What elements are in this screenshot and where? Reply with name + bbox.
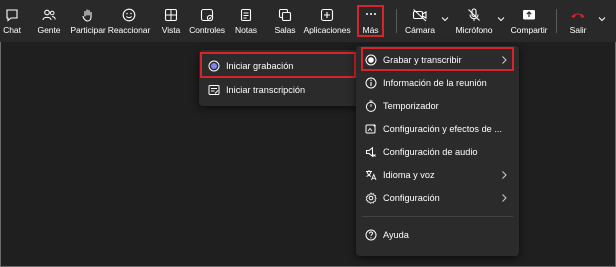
language-speech-item[interactable]: Idioma y voz <box>356 164 519 186</box>
camera-button[interactable]: Cámara <box>405 0 435 42</box>
notes-button[interactable]: Notas <box>234 0 258 42</box>
view-label: Vista <box>161 25 181 35</box>
emoji-icon <box>122 8 136 22</box>
react-button[interactable]: Reaccionar <box>107 0 151 42</box>
start-recording-highlight <box>200 52 356 78</box>
hang-up-icon <box>571 13 585 18</box>
people-label: Gente <box>37 25 61 35</box>
timer-icon <box>365 100 377 112</box>
camera-label: Cámara <box>405 25 435 35</box>
view-button[interactable]: Vista <box>160 0 182 42</box>
settings-label: Configuración <box>383 193 440 203</box>
settings-effects-item[interactable]: Configuración y efectos de ... <box>356 118 519 140</box>
raise-hand-button[interactable]: Participar <box>70 0 106 42</box>
meeting-info-item[interactable]: Información de la reunión <box>356 72 519 94</box>
raise-hand-label: Participar <box>70 25 106 35</box>
share-button[interactable]: Compartir <box>510 0 548 42</box>
rooms-icon <box>278 8 292 22</box>
menu-divider <box>362 216 513 217</box>
share-icon <box>523 10 535 20</box>
notes-icon <box>240 8 252 22</box>
help-label: Ayuda <box>383 230 409 240</box>
controls-label: Controles <box>189 25 225 35</box>
camera-off-icon <box>412 9 427 22</box>
help-icon <box>365 229 377 241</box>
chat-label: Chat <box>3 25 21 35</box>
controls-button[interactable]: Controles <box>189 0 225 42</box>
mic-off-icon <box>468 8 480 21</box>
audio-settings-item[interactable]: Configuración de audio <box>356 141 519 163</box>
chat-button[interactable]: Chat <box>0 0 24 42</box>
view-grid-icon <box>164 8 178 22</box>
start-transcription-item[interactable]: Iniciar transcripción <box>199 79 360 101</box>
controls-icon <box>200 8 214 22</box>
toolbar-separator <box>556 9 557 33</box>
meeting-info-label: Información de la reunión <box>383 78 487 88</box>
settings-effects-label: Configuración y efectos de ... <box>383 124 502 134</box>
people-button[interactable]: Gente <box>36 0 62 42</box>
apps-button[interactable]: Aplicaciones <box>303 0 351 42</box>
chevron-right-icon <box>502 171 507 179</box>
record-transcribe-highlight <box>361 47 514 71</box>
meeting-toolbar: Chat Gente Participar Reaccionar Vista C… <box>0 0 616 42</box>
start-transcription-label: Iniciar transcripción <box>226 85 306 95</box>
leave-button[interactable]: Salir <box>566 0 590 42</box>
effects-icon <box>365 123 377 134</box>
audio-settings-label: Configuración de audio <box>383 147 478 157</box>
info-icon <box>365 77 377 89</box>
toolbar-separator <box>396 9 397 33</box>
rooms-button[interactable]: Salas <box>274 0 296 42</box>
notes-label: Notas <box>235 25 257 35</box>
timer-label: Temporizador <box>383 101 439 111</box>
language-icon <box>366 170 377 181</box>
more-options-menu: Grabar y transcribir Información de la r… <box>356 46 519 256</box>
chat-icon <box>6 9 18 22</box>
leave-options-chevron-icon[interactable] <box>597 14 607 24</box>
rooms-label: Salas <box>274 25 296 35</box>
share-label: Compartir <box>510 25 548 35</box>
timer-item[interactable]: Temporizador <box>356 95 519 117</box>
leave-label: Salir <box>569 25 587 35</box>
apps-label: Aplicaciones <box>303 25 351 35</box>
transcript-icon <box>208 85 220 95</box>
microphone-options-chevron-icon[interactable] <box>496 14 506 24</box>
speaker-icon <box>366 146 376 158</box>
settings-item[interactable]: Configuración <box>356 187 519 209</box>
people-icon <box>42 9 56 21</box>
gear-icon <box>365 192 377 204</box>
help-item[interactable]: Ayuda <box>356 224 519 246</box>
react-label: Reaccionar <box>107 25 151 35</box>
chevron-right-icon <box>502 194 507 202</box>
language-speech-label: Idioma y voz <box>383 170 435 180</box>
apps-plus-icon <box>320 8 334 22</box>
raise-hand-icon <box>82 9 92 22</box>
microphone-label: Micrófono <box>455 25 493 35</box>
microphone-button[interactable]: Micrófono <box>455 0 493 42</box>
more-button-highlight <box>357 5 384 37</box>
camera-options-chevron-icon[interactable] <box>440 14 450 24</box>
